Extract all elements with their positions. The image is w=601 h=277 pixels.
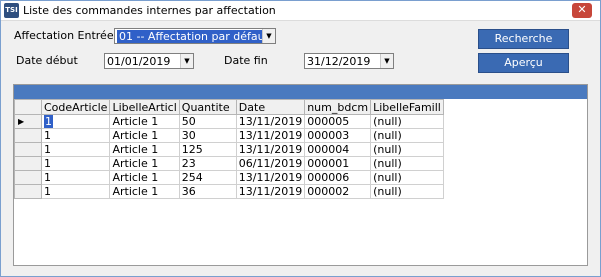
cell-num-bdcm[interactable]: 000005	[304, 114, 372, 129]
cell-libellearticle[interactable]: Article 1	[109, 184, 180, 199]
cell-num-bdcm[interactable]: 000002	[304, 184, 372, 199]
results-table: CodeArticle LibelleArticl Quantite Date …	[14, 99, 444, 199]
table-row[interactable]: 1 Article 1 254 13/11/2019 000006 (null)	[14, 170, 444, 185]
cell-date[interactable]: 13/11/2019	[235, 170, 306, 185]
title-bar: TSI Liste des commandes internes par aff…	[1, 1, 600, 21]
cell-libellearticle[interactable]: Article 1	[109, 170, 180, 185]
date-fin-picker[interactable]: 31/12/2019 ▼	[304, 53, 394, 69]
cell-date[interactable]: 13/11/2019	[235, 184, 306, 199]
col-header-libellearticle[interactable]: LibelleArticl	[109, 99, 180, 115]
date-fin-label: Date fin	[224, 54, 268, 67]
cell-quantite[interactable]: 254	[178, 170, 237, 185]
col-header-num-bdcm[interactable]: num_bdcm	[304, 99, 372, 115]
cell-date[interactable]: 13/11/2019	[235, 128, 306, 143]
close-button[interactable]: ✕	[572, 3, 592, 18]
date-debut-label: Date début	[16, 54, 78, 67]
cell-libellefamille[interactable]: (null)	[370, 114, 444, 129]
window-title: Liste des commandes internes par affecta…	[23, 4, 276, 17]
report-window: TSI Liste des commandes internes par aff…	[0, 0, 601, 277]
cell-codearticle[interactable]: 1	[40, 128, 111, 143]
cell-codearticle[interactable]: 1	[40, 142, 111, 157]
row-header[interactable]	[14, 170, 42, 185]
grid-group-bar	[14, 85, 587, 99]
cell-date[interactable]: 13/11/2019	[235, 142, 306, 157]
date-debut-picker[interactable]: 01/01/2019 ▼	[104, 53, 194, 69]
cell-libellefamille[interactable]: (null)	[370, 184, 444, 199]
recherche-button[interactable]: Recherche	[478, 29, 569, 49]
cell-libellearticle[interactable]: Article 1	[109, 156, 180, 171]
row-header[interactable]	[14, 128, 42, 143]
selected-cell-value: 1	[44, 115, 53, 128]
date-fin-value: 31/12/2019	[307, 55, 371, 68]
current-row-indicator[interactable]: ▶	[14, 114, 42, 129]
table-row[interactable]: 1 Article 1 125 13/11/2019 000004 (null)	[14, 142, 444, 157]
cell-libellefamille[interactable]: (null)	[370, 156, 444, 171]
cell-date[interactable]: 13/11/2019	[235, 114, 306, 129]
row-header[interactable]	[14, 142, 42, 157]
date-debut-value: 01/01/2019	[107, 55, 171, 68]
cell-libellefamille[interactable]: (null)	[370, 128, 444, 143]
cell-libellefamille[interactable]: (null)	[370, 142, 444, 157]
results-grid: CodeArticle LibelleArticl Quantite Date …	[13, 84, 588, 266]
chevron-down-icon[interactable]: ▼	[180, 54, 193, 68]
row-header-corner	[14, 99, 42, 115]
cell-codearticle[interactable]: 1	[40, 114, 111, 129]
table-row[interactable]: 1 Article 1 36 13/11/2019 000002 (null)	[14, 184, 444, 199]
row-header[interactable]	[14, 184, 42, 199]
cell-quantite[interactable]: 36	[178, 184, 237, 199]
cell-num-bdcm[interactable]: 000003	[304, 128, 372, 143]
chevron-down-icon[interactable]: ▼	[380, 54, 393, 68]
cell-libellearticle[interactable]: Article 1	[109, 128, 180, 143]
cell-num-bdcm[interactable]: 000006	[304, 170, 372, 185]
cell-libellefamille[interactable]: (null)	[370, 170, 444, 185]
col-header-quantite[interactable]: Quantite	[178, 99, 237, 115]
cell-libellearticle[interactable]: Article 1	[109, 114, 180, 129]
affectation-select[interactable]: 01 -- Affectation par défaut ▼	[114, 28, 276, 44]
chevron-down-icon[interactable]: ▼	[262, 29, 275, 43]
cell-num-bdcm[interactable]: 000004	[304, 142, 372, 157]
row-header[interactable]	[14, 156, 42, 171]
affectation-label: Affectation Entrée	[14, 29, 114, 42]
cell-num-bdcm[interactable]: 000001	[304, 156, 372, 171]
table-row[interactable]: 1 Article 1 30 13/11/2019 000003 (null)	[14, 128, 444, 143]
cell-quantite[interactable]: 23	[178, 156, 237, 171]
apercu-button[interactable]: Aperçu	[478, 53, 569, 73]
cell-date[interactable]: 06/11/2019	[235, 156, 306, 171]
cell-codearticle[interactable]: 1	[40, 184, 111, 199]
col-header-date[interactable]: Date	[235, 99, 306, 115]
col-header-libellefamille[interactable]: LibelleFamill	[370, 99, 444, 115]
cell-quantite[interactable]: 50	[178, 114, 237, 129]
cell-libellearticle[interactable]: Article 1	[109, 142, 180, 157]
cell-codearticle[interactable]: 1	[40, 156, 111, 171]
col-header-codearticle[interactable]: CodeArticle	[40, 99, 111, 115]
table-row[interactable]: 1 Article 1 23 06/11/2019 000001 (null)	[14, 156, 444, 171]
cell-quantite[interactable]: 125	[178, 142, 237, 157]
affectation-value: 01 -- Affectation par défaut	[117, 30, 271, 43]
cell-codearticle[interactable]: 1	[40, 170, 111, 185]
table-row[interactable]: ▶ 1 Article 1 50 13/11/2019 000005 (null…	[14, 114, 444, 129]
cell-quantite[interactable]: 30	[178, 128, 237, 143]
app-icon: TSI	[4, 3, 19, 18]
